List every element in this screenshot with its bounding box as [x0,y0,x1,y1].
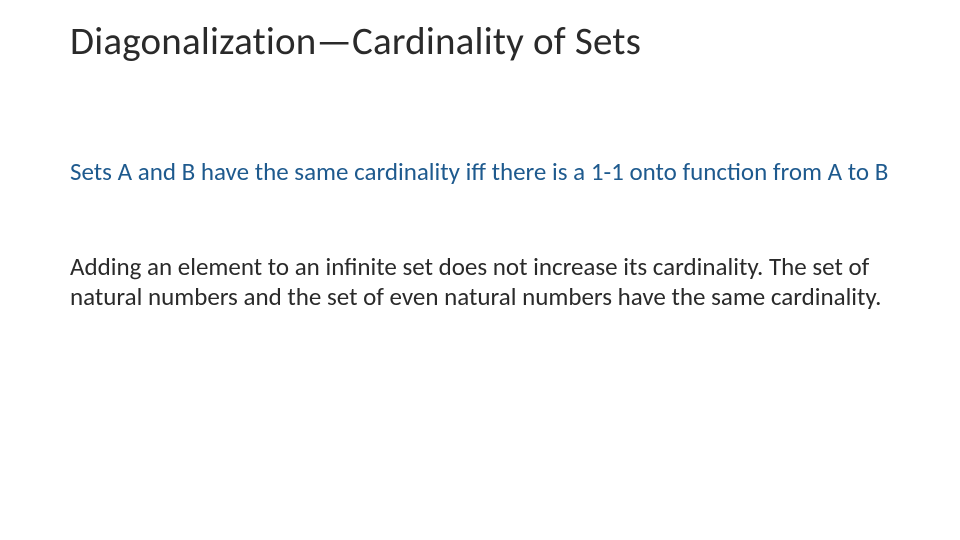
cardinality-definition: Sets A and B have the same cardinality i… [70,157,890,188]
body-paragraph: Adding an element to an infinite set doe… [70,252,890,313]
slide-title: Diagonalization—Cardinality of Sets [70,18,890,65]
